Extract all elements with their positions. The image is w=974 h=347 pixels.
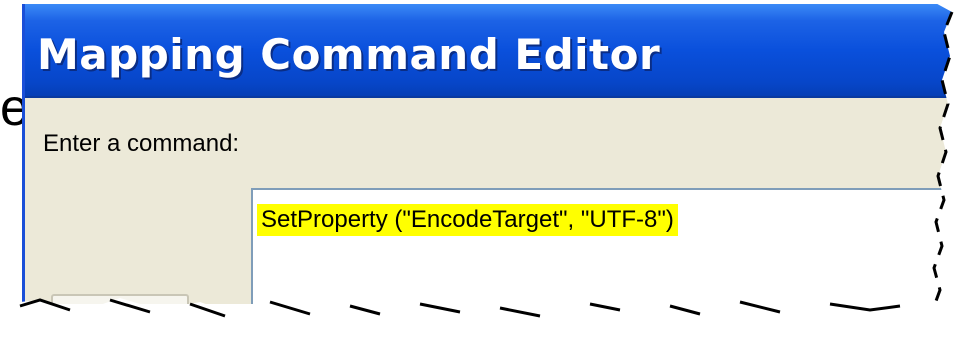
command-prompt-label: Enter a command: [43,130,240,157]
torn-edge-bottom [0,298,974,347]
window-title: Mapping Command Editor [37,30,661,79]
mapping-command-editor-dialog: Mapping Command Editor Enter a command: … [22,4,955,304]
command-text-highlighted: SetProperty ("EncodeTarget", "UTF-8") [257,204,678,236]
command-input[interactable]: SetProperty ("EncodeTarget", "UTF-8") [251,188,955,304]
title-bar[interactable]: Mapping Command Editor [25,4,955,98]
screenshot-page: e Mapping Command Editor Enter a command… [0,0,974,347]
